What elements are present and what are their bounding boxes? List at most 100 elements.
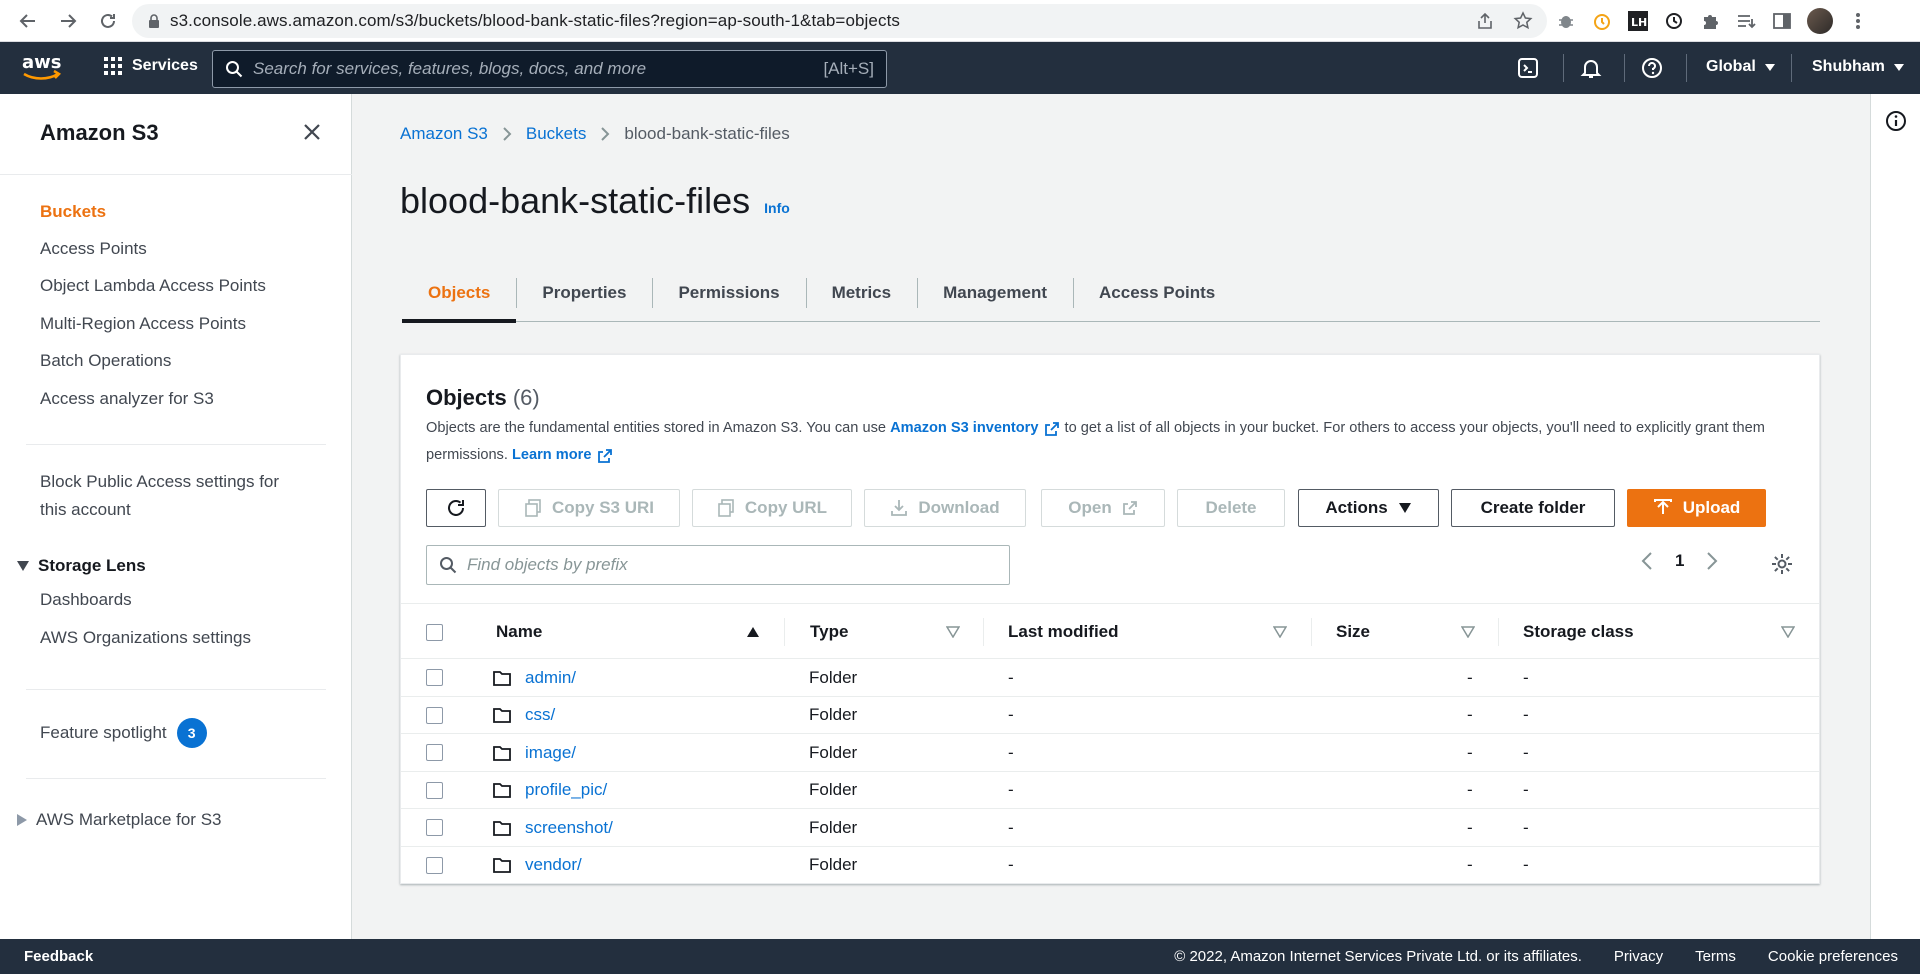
forward-icon[interactable] bbox=[48, 1, 88, 41]
row-checkbox[interactable] bbox=[426, 819, 443, 837]
sidebar-item-access-analyzer[interactable]: Access analyzer for S3 bbox=[40, 385, 214, 413]
region-selector[interactable]: Global bbox=[1706, 58, 1776, 76]
object-size: - bbox=[1467, 780, 1473, 800]
object-name-link[interactable]: vendor/ bbox=[493, 847, 582, 885]
table-row[interactable]: screenshot/ Folder - - - bbox=[401, 809, 1819, 847]
sidebar-item-block-public-access[interactable]: Block Public Access settings for this ac… bbox=[40, 468, 279, 524]
select-all-checkbox[interactable] bbox=[426, 623, 443, 641]
address-bar[interactable]: s3.console.aws.amazon.com/s3/buckets/blo… bbox=[132, 4, 1547, 38]
lighthouse-extension-icon[interactable]: LH bbox=[1627, 10, 1649, 32]
download-button[interactable]: Download bbox=[864, 489, 1026, 527]
sidebar-item-feature-spotlight[interactable]: Feature spotlight 3 bbox=[40, 718, 207, 748]
side-panel-icon[interactable] bbox=[1771, 10, 1793, 32]
more-menu-icon[interactable] bbox=[1847, 10, 1869, 32]
info-link[interactable]: Info bbox=[764, 200, 790, 216]
table-row[interactable]: admin/ Folder - - - bbox=[401, 659, 1819, 697]
s3-inventory-link[interactable]: Amazon S3 inventory bbox=[890, 415, 1060, 442]
actions-dropdown[interactable]: Actions bbox=[1298, 489, 1439, 527]
learn-more-link[interactable]: Learn more bbox=[512, 442, 613, 469]
column-header-last-modified[interactable]: Last modified bbox=[1008, 604, 1119, 660]
object-name-link[interactable]: image/ bbox=[493, 734, 576, 772]
privacy-link[interactable]: Privacy bbox=[1614, 948, 1663, 965]
history-extension-icon[interactable] bbox=[1663, 10, 1685, 32]
prefix-filter-input[interactable]: Find objects by prefix bbox=[426, 545, 1010, 585]
open-button[interactable]: Open bbox=[1041, 489, 1165, 527]
notifications-bell-icon[interactable] bbox=[1580, 57, 1602, 79]
feedback-link[interactable]: Feedback bbox=[24, 948, 93, 965]
services-menu[interactable]: Services bbox=[103, 56, 198, 76]
row-checkbox[interactable] bbox=[426, 669, 443, 687]
info-circle-icon[interactable] bbox=[1885, 110, 1907, 132]
tab-permissions[interactable]: Permissions bbox=[652, 264, 805, 321]
tab-management[interactable]: Management bbox=[917, 264, 1073, 321]
breadcrumb-buckets[interactable]: Buckets bbox=[526, 124, 586, 144]
object-size: - bbox=[1467, 855, 1473, 875]
back-icon[interactable] bbox=[8, 1, 48, 41]
bug-extension-icon[interactable] bbox=[1555, 10, 1577, 32]
table-row[interactable]: vendor/ Folder - - - bbox=[401, 847, 1819, 885]
folder-icon bbox=[493, 745, 511, 761]
search-input[interactable]: Search for services, features, blogs, do… bbox=[212, 50, 887, 88]
object-name-link[interactable]: screenshot/ bbox=[493, 809, 613, 847]
sidebar-item-access-points[interactable]: Access Points bbox=[40, 235, 147, 263]
storage-lens-section[interactable]: Storage Lens bbox=[16, 556, 146, 576]
profile-avatar[interactable] bbox=[1807, 8, 1833, 34]
tab-metrics[interactable]: Metrics bbox=[805, 264, 918, 321]
terms-link[interactable]: Terms bbox=[1695, 948, 1736, 965]
object-name-link[interactable]: css/ bbox=[493, 697, 555, 735]
row-checkbox[interactable] bbox=[426, 706, 443, 724]
create-folder-button[interactable]: Create folder bbox=[1451, 489, 1615, 527]
upload-button[interactable]: Upload bbox=[1627, 489, 1766, 527]
column-header-size[interactable]: Size bbox=[1336, 604, 1370, 660]
object-name-link[interactable]: profile_pic/ bbox=[493, 772, 607, 810]
table-row[interactable]: image/ Folder - - - bbox=[401, 734, 1819, 772]
tab-objects[interactable]: Objects bbox=[402, 264, 517, 323]
browser-toolbar: s3.console.aws.amazon.com/s3/buckets/blo… bbox=[0, 0, 1920, 42]
copy-s3-uri-button[interactable]: Copy S3 URI bbox=[498, 489, 680, 527]
column-header-name[interactable]: Name bbox=[496, 604, 542, 660]
copy-url-button[interactable]: Copy URL bbox=[692, 489, 852, 527]
caret-down-icon bbox=[17, 561, 29, 571]
extensions-puzzle-icon[interactable] bbox=[1699, 10, 1721, 32]
aws-logo[interactable]: aws bbox=[20, 50, 64, 86]
page-number[interactable]: 1 bbox=[1675, 551, 1684, 571]
gear-icon[interactable] bbox=[1771, 553, 1793, 575]
bookmark-star-icon[interactable] bbox=[1513, 11, 1533, 31]
close-icon[interactable] bbox=[302, 122, 322, 142]
prev-page-icon[interactable] bbox=[1641, 551, 1653, 571]
refresh-button[interactable] bbox=[426, 489, 486, 527]
row-checkbox[interactable] bbox=[426, 744, 443, 762]
reading-list-icon[interactable] bbox=[1735, 10, 1757, 32]
sidebar-item-batch-operations[interactable]: Batch Operations bbox=[40, 347, 171, 375]
search-icon bbox=[225, 60, 243, 78]
column-header-type[interactable]: Type bbox=[810, 604, 848, 660]
sidebar-item-multi-region[interactable]: Multi-Region Access Points bbox=[40, 310, 246, 338]
copyright-text: © 2022, Amazon Internet Services Private… bbox=[1174, 948, 1582, 965]
object-name-link[interactable]: admin/ bbox=[493, 659, 576, 697]
row-checkbox[interactable] bbox=[426, 781, 443, 799]
cookie-preferences-link[interactable]: Cookie preferences bbox=[1768, 948, 1898, 965]
reload-icon[interactable] bbox=[88, 1, 128, 41]
breadcrumb-amazon-s3[interactable]: Amazon S3 bbox=[400, 124, 488, 144]
marketplace-section[interactable]: AWS Marketplace for S3 bbox=[16, 810, 222, 830]
help-icon[interactable] bbox=[1641, 57, 1663, 79]
column-header-storage-class[interactable]: Storage class bbox=[1523, 604, 1634, 660]
sidebar-item-org-settings[interactable]: AWS Organizations settings bbox=[40, 624, 251, 652]
delete-button[interactable]: Delete bbox=[1177, 489, 1285, 527]
sidebar-item-buckets[interactable]: Buckets bbox=[40, 198, 106, 226]
object-type: Folder bbox=[809, 780, 858, 800]
tab-properties[interactable]: Properties bbox=[516, 264, 652, 321]
object-type: Folder bbox=[809, 855, 858, 875]
cloudshell-icon[interactable] bbox=[1517, 57, 1539, 79]
account-menu[interactable]: Shubham bbox=[1812, 58, 1905, 76]
sidebar-item-object-lambda[interactable]: Object Lambda Access Points bbox=[40, 272, 266, 300]
table-row[interactable]: profile_pic/ Folder - - - bbox=[401, 772, 1819, 810]
table-row[interactable]: css/ Folder - - - bbox=[401, 697, 1819, 735]
page-title: blood-bank-static-files Info bbox=[400, 180, 790, 222]
next-page-icon[interactable] bbox=[1706, 551, 1718, 571]
row-checkbox[interactable] bbox=[426, 856, 443, 874]
tab-access-points[interactable]: Access Points bbox=[1073, 264, 1241, 321]
timer-extension-icon[interactable] bbox=[1591, 10, 1613, 32]
share-icon[interactable] bbox=[1475, 11, 1495, 31]
sidebar-item-dashboards[interactable]: Dashboards bbox=[40, 586, 132, 614]
